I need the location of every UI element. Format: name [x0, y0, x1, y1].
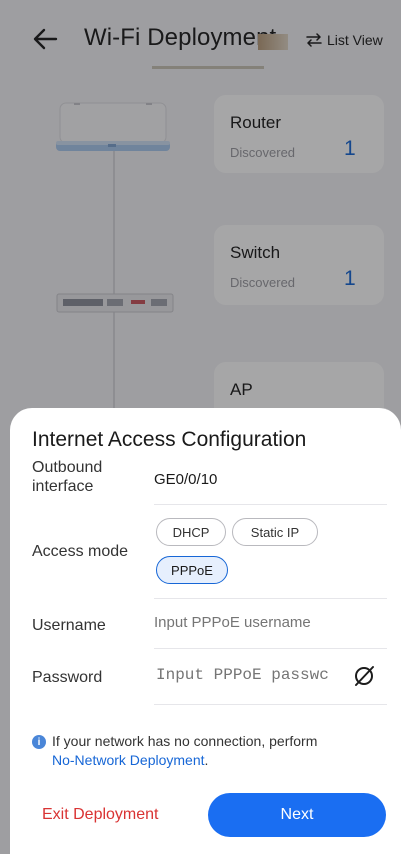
eye-off-icon[interactable]: [352, 664, 378, 688]
divider: [154, 598, 387, 599]
divider: [154, 504, 387, 505]
internet-access-sheet: Internet Access Configuration Outbound i…: [10, 408, 401, 854]
exit-deployment-button[interactable]: Exit Deployment: [42, 806, 159, 824]
password-label: Password: [32, 669, 103, 686]
access-mode-static-ip-chip[interactable]: Static IP: [232, 518, 318, 546]
outbound-interface-value[interactable]: GE0/0/10: [154, 471, 217, 488]
no-network-deployment-link[interactable]: No-Network Deployment: [52, 752, 205, 768]
username-label: Username: [32, 617, 106, 634]
info-text: If your network has no connection, perfo…: [52, 733, 318, 749]
info-icon: i: [32, 735, 46, 749]
next-button[interactable]: Next: [208, 793, 386, 837]
divider: [154, 704, 387, 705]
password-input[interactable]: [156, 666, 336, 684]
divider: [154, 648, 387, 649]
access-mode-pppoe-chip[interactable]: PPPoE: [156, 556, 228, 584]
username-input[interactable]: [154, 614, 380, 631]
info-message: If your network has no connection, perfo…: [52, 732, 382, 770]
info-suffix: .: [204, 752, 209, 768]
access-mode-dhcp-chip[interactable]: DHCP: [156, 518, 226, 546]
access-mode-label: Access mode: [32, 543, 129, 560]
outbound-interface-label: Outbound interface: [32, 459, 103, 495]
sheet-title: Internet Access Configuration: [32, 428, 307, 451]
